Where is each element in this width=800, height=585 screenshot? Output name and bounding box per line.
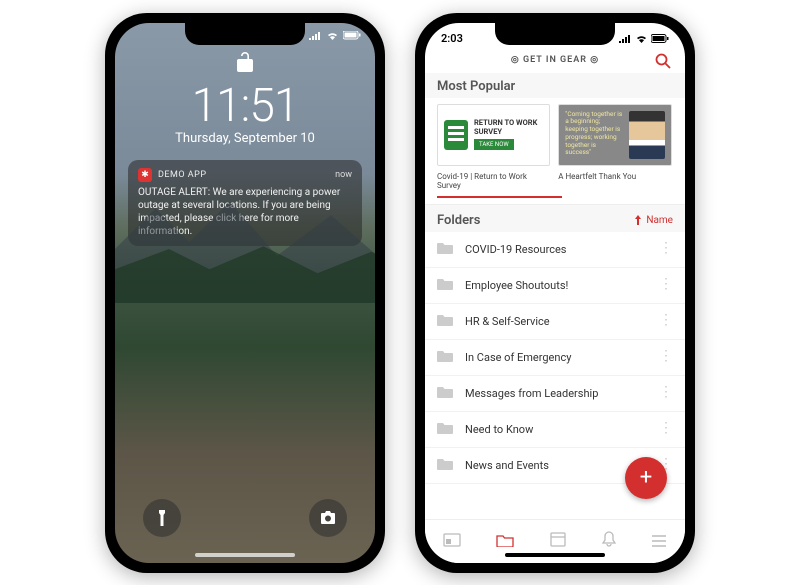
- lockscreen-time: 11:51: [192, 79, 299, 133]
- carousel-indicator: [437, 196, 562, 198]
- avatar-photo: [629, 111, 665, 159]
- folders-section-title: Folders: [437, 213, 480, 228]
- folder-icon: [437, 314, 453, 329]
- folder-row[interactable]: In Case of Emergency ⋮: [425, 340, 685, 376]
- lockscreen-background: 11:51 Thursday, September 10 ✱ DEMO APP …: [115, 23, 375, 563]
- folder-icon: [437, 386, 453, 401]
- wifi-icon: [326, 31, 339, 40]
- phone-notch: [185, 23, 305, 45]
- folder-menu-button[interactable]: ⋮: [659, 426, 673, 432]
- popular-carousel[interactable]: RETURN TO WORK SURVEY TAKE NOW "Coming t…: [425, 98, 685, 170]
- carousel-card-thankyou[interactable]: "Coming together is a beginning; keeping…: [558, 104, 671, 166]
- battery-icon: [651, 34, 669, 43]
- folder-name: Need to Know: [465, 423, 659, 436]
- folder-menu-button[interactable]: ⋮: [659, 318, 673, 324]
- checklist-icon: [444, 120, 468, 150]
- folder-icon: [437, 350, 453, 365]
- folder-name: COVID-19 Resources: [465, 243, 659, 256]
- folder-name: Employee Shoutouts!: [465, 279, 659, 292]
- push-notification[interactable]: ✱ DEMO APP now OUTAGE ALERT: We are expe…: [128, 160, 362, 246]
- home-indicator[interactable]: [195, 553, 295, 557]
- carousel-card-survey[interactable]: RETURN TO WORK SURVEY TAKE NOW: [437, 104, 550, 166]
- tab-home[interactable]: [443, 532, 461, 551]
- lockscreen-date: Thursday, September 10: [175, 131, 315, 146]
- folder-row[interactable]: COVID-19 Resources ⋮: [425, 232, 685, 268]
- sort-button[interactable]: Name: [633, 215, 673, 226]
- camera-button[interactable]: [309, 499, 347, 537]
- folder-name: HR & Self-Service: [465, 315, 659, 328]
- notification-app-name: DEMO APP: [158, 170, 329, 180]
- take-now-badge: TAKE NOW: [474, 139, 514, 150]
- folder-row[interactable]: Need to Know ⋮: [425, 412, 685, 448]
- folder-menu-button[interactable]: ⋮: [659, 282, 673, 288]
- signal-icon: [309, 31, 322, 40]
- app-header: ◎ GET IN GEAR ◎: [425, 51, 685, 73]
- card-caption-2: A Heartfelt Thank You: [558, 172, 636, 190]
- folder-row[interactable]: Messages from Leadership ⋮: [425, 376, 685, 412]
- phone-notch: [495, 23, 615, 45]
- tab-menu[interactable]: [651, 532, 667, 551]
- search-button[interactable]: [655, 53, 671, 72]
- sort-arrow-icon: [633, 215, 643, 225]
- phone-lockscreen: 11:51 Thursday, September 10 ✱ DEMO APP …: [105, 13, 385, 573]
- folder-row[interactable]: Employee Shoutouts! ⋮: [425, 268, 685, 304]
- phone-app: 2:03 ◎ GET IN GEAR ◎ Most Popular: [415, 13, 695, 573]
- folder-icon: [437, 422, 453, 437]
- sort-label: Name: [646, 215, 673, 226]
- card-line2: SURVEY: [474, 128, 537, 136]
- card-caption-1: Covid-19 | Return to Work Survey: [437, 172, 550, 190]
- tab-folders[interactable]: [496, 532, 514, 551]
- tab-calendar[interactable]: [550, 531, 566, 551]
- tab-notifications[interactable]: [602, 531, 616, 551]
- signal-icon: [619, 34, 632, 43]
- folder-menu-button[interactable]: ⋮: [659, 390, 673, 396]
- fab-add-button[interactable]: +: [625, 457, 667, 499]
- folder-menu-button[interactable]: ⋮: [659, 246, 673, 252]
- notification-app-icon: ✱: [138, 168, 152, 182]
- folder-icon: [437, 458, 453, 473]
- status-time: 2:03: [441, 32, 463, 45]
- folder-row[interactable]: HR & Self-Service ⋮: [425, 304, 685, 340]
- battery-icon: [343, 31, 361, 40]
- app-title: ◎ GET IN GEAR ◎: [511, 55, 599, 65]
- wifi-icon: [635, 34, 648, 43]
- folder-icon: [437, 242, 453, 257]
- notification-body: OUTAGE ALERT: We are experiencing a powe…: [138, 186, 352, 238]
- folder-icon: [437, 278, 453, 293]
- unlock-icon: [236, 51, 254, 77]
- card-quote: "Coming together is a beginning; keeping…: [565, 111, 622, 158]
- folder-name: In Case of Emergency: [465, 351, 659, 364]
- home-indicator[interactable]: [505, 553, 605, 557]
- folder-name: Messages from Leadership: [465, 387, 659, 400]
- status-bar: [309, 31, 361, 40]
- notification-timestamp: now: [335, 170, 352, 180]
- section-popular-title: Most Popular: [425, 73, 685, 98]
- folder-menu-button[interactable]: ⋮: [659, 354, 673, 360]
- flashlight-button[interactable]: [143, 499, 181, 537]
